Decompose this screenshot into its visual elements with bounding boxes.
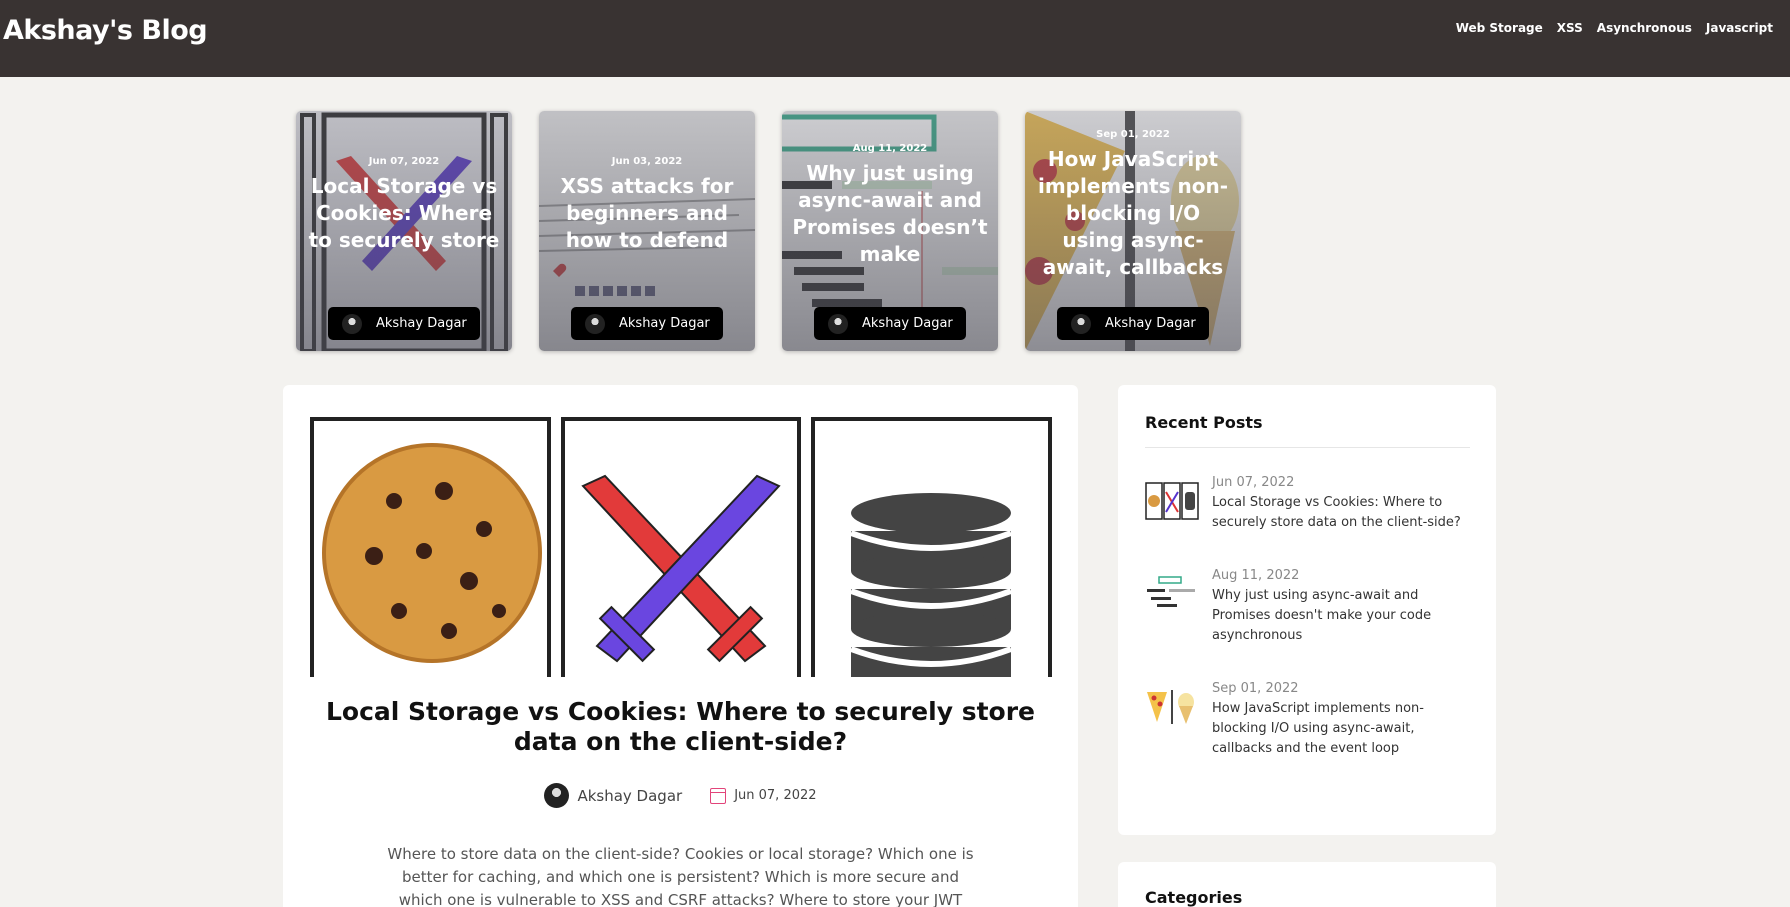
card-date: Sep 01, 2022 (1096, 129, 1170, 140)
categories-widget: Categories (1118, 862, 1496, 907)
recent-post-thumbnail (1145, 575, 1199, 613)
swords-panel (560, 417, 802, 677)
divider (1145, 447, 1470, 448)
nav-javascript[interactable]: Javascript (1706, 21, 1773, 35)
card-date: Jun 07, 2022 (368, 156, 440, 167)
database-icon (850, 493, 1013, 677)
featured-card[interactable]: Aug 11, 2022 Why just using async-await … (782, 111, 998, 351)
recent-post-date: Sep 01, 2022 (1212, 681, 1299, 696)
recent-post-item[interactable]: Jun 07, 2022 Local Storage vs Cookies: W… (1145, 475, 1475, 533)
article-date: Jun 07, 2022 (710, 787, 817, 804)
nav-web-storage[interactable]: Web Storage (1456, 21, 1543, 35)
recent-post-item[interactable]: Sep 01, 2022 How JavaScript implements n… (1145, 681, 1475, 759)
card-title[interactable]: How JavaScript implements non-blocking I… (1033, 146, 1233, 281)
author-avatar-icon (1071, 313, 1091, 334)
calendar-icon (710, 787, 727, 804)
card-author[interactable]: Akshay Dagar (571, 307, 723, 340)
card-author[interactable]: Akshay Dagar (328, 307, 480, 340)
site-brand[interactable]: Akshay's Blog (3, 15, 208, 46)
site-header: Akshay's Blog Web Storage XSS Asynchrono… (0, 0, 1790, 77)
card-title[interactable]: Local Storage vs Cookies: Where to secur… (304, 173, 504, 254)
recent-post-thumbnail (1145, 482, 1199, 520)
card-author[interactable]: Akshay Dagar (814, 307, 966, 340)
database-panel (811, 417, 1053, 677)
article-hero-image[interactable] (310, 417, 1053, 677)
recent-posts-heading: Recent Posts (1145, 413, 1263, 432)
recent-post-date: Aug 11, 2022 (1212, 568, 1300, 583)
main-article: Local Storage vs Cookies: Where to secur… (283, 385, 1078, 907)
article-excerpt: Where to store data on the client-side? … (387, 845, 974, 907)
article-meta: Akshay Dagar Jun 07, 2022 (283, 783, 1078, 808)
recent-post-title[interactable]: Local Storage vs Cookies: Where to secur… (1212, 493, 1475, 533)
author-avatar-icon (585, 313, 605, 334)
article-author[interactable]: Akshay Dagar (544, 783, 682, 808)
nav-xss[interactable]: XSS (1557, 21, 1583, 35)
cookie-panel (310, 417, 551, 677)
card-author[interactable]: Akshay Dagar (1057, 307, 1209, 340)
featured-card[interactable]: Jun 07, 2022 Local Storage vs Cookies: W… (296, 111, 512, 351)
featured-card[interactable]: Sep 01, 2022 How JavaScript implements n… (1025, 111, 1241, 351)
featured-card[interactable]: Jun 03, 2022 XSS attacks for beginners a… (539, 111, 755, 351)
card-title[interactable]: XSS attacks for beginners and how to def… (547, 173, 747, 254)
nav-asynchronous[interactable]: Asynchronous (1597, 21, 1692, 35)
main-nav: Web Storage XSS Asynchronous Javascript (1456, 21, 1773, 35)
author-avatar-icon (342, 313, 362, 334)
featured-posts: Jun 07, 2022 Local Storage vs Cookies: W… (296, 111, 1241, 351)
author-avatar-icon (828, 313, 848, 334)
card-date: Jun 03, 2022 (611, 156, 683, 167)
author-avatar-icon (544, 783, 570, 808)
recent-post-title[interactable]: Why just using async-await and Promises … (1212, 586, 1475, 646)
recent-post-date: Jun 07, 2022 (1212, 475, 1295, 490)
categories-heading: Categories (1145, 888, 1243, 907)
card-date: Aug 11, 2022 (852, 142, 928, 154)
recent-post-item[interactable]: Aug 11, 2022 Why just using async-await … (1145, 568, 1475, 646)
recent-post-title[interactable]: How JavaScript implements non-blocking I… (1212, 699, 1475, 759)
crossed-swords-icon (580, 474, 781, 663)
card-title[interactable]: Why just using async-await and Promises … (790, 160, 990, 268)
cookie-icon (322, 443, 542, 663)
recent-posts-widget: Recent Posts Jun 07, 2022 Local Storage … (1118, 385, 1496, 835)
article-title[interactable]: Local Storage vs Cookies: Where to secur… (303, 697, 1058, 757)
recent-post-thumbnail (1145, 688, 1199, 726)
